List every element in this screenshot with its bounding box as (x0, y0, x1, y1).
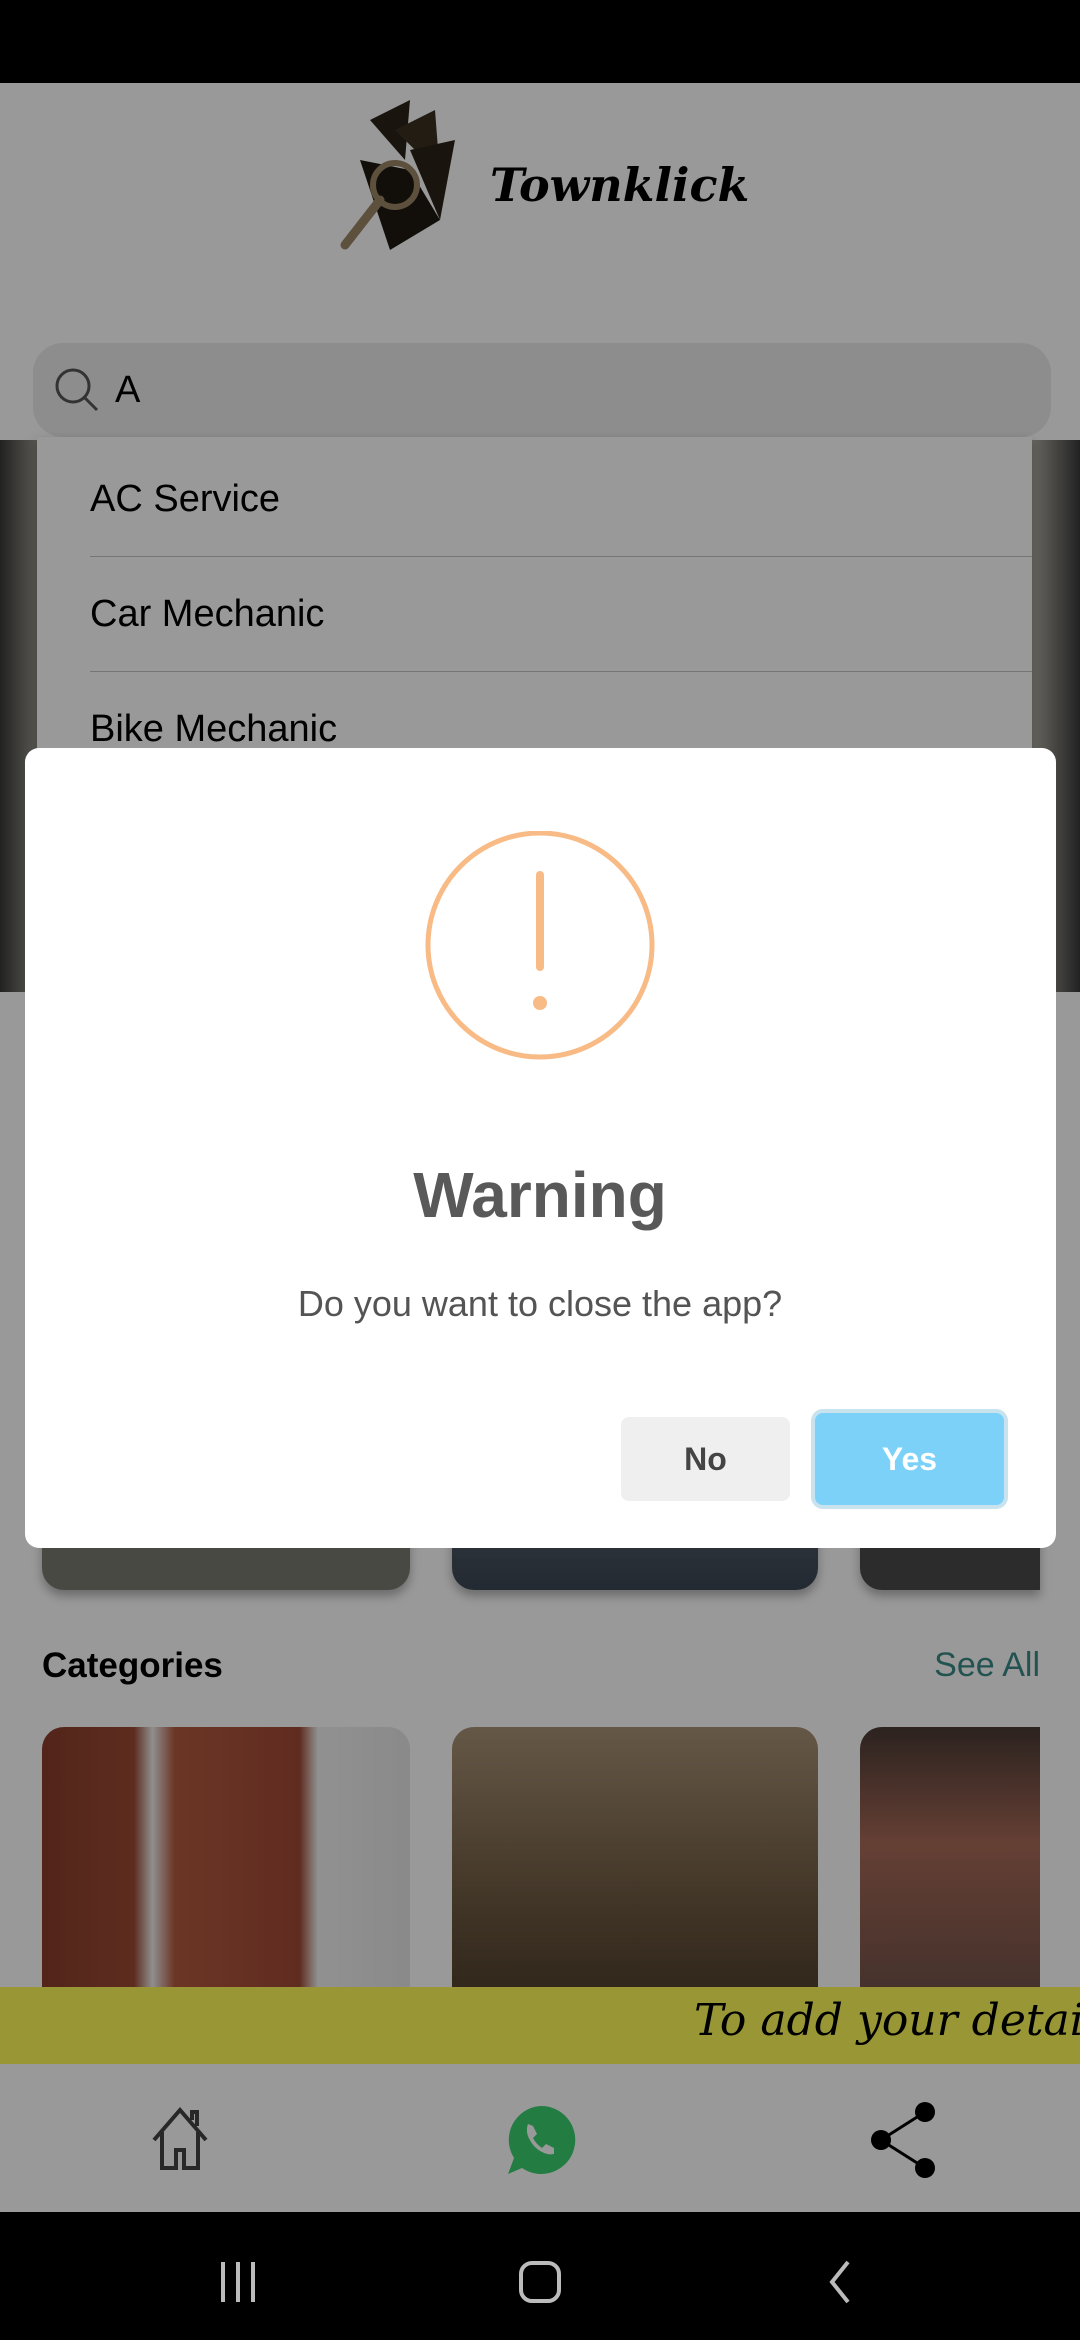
no-button[interactable]: No (621, 1417, 790, 1501)
system-nav-bar (0, 2212, 1080, 2340)
dialog-message: Do you want to close the app? (297, 1283, 783, 1324)
yes-button[interactable]: Yes (815, 1413, 1004, 1505)
status-bar (0, 0, 1080, 83)
recents-icon[interactable] (215, 2260, 261, 2304)
warning-icon (425, 831, 655, 1060)
home-nav-icon[interactable] (517, 2260, 563, 2304)
dialog-title: Warning (413, 1159, 667, 1231)
back-icon[interactable] (826, 2260, 856, 2304)
